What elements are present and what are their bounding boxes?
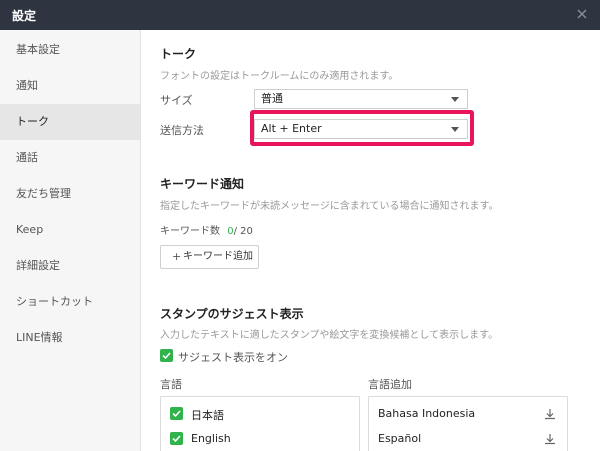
sidebar-item-advanced[interactable]: 詳細設定 [0, 248, 140, 284]
sidebar-item-basic[interactable]: 基本設定 [0, 32, 140, 68]
add-keyword-label: キーワード追加 [183, 251, 253, 262]
add-keyword-button[interactable]: + キーワード追加 [160, 245, 259, 269]
languages-label: 言語 [160, 378, 182, 391]
keyword-count: キーワード数 0/ 20 [160, 222, 253, 237]
keyword-section-description: 指定したキーワードが未読メッセージに含まれている場合に通知されます。 [160, 201, 499, 212]
stamp-section-description: 入力したテキストに適したスタンプや絵文字を変換候補として表示します。 [160, 330, 499, 341]
sidebar-item-calls[interactable]: 通話 [0, 140, 140, 176]
keyword-count-label: キーワード数 [160, 226, 220, 237]
stamp-section-title: スタンプのサジェスト表示 [160, 307, 304, 321]
sidebar-item-label: 通知 [16, 79, 38, 92]
chevron-down-icon [451, 127, 459, 132]
sidebar-item-notifications[interactable]: 通知 [0, 68, 140, 104]
font-size-value: 普通 [261, 92, 283, 105]
sidebar-item-keep[interactable]: Keep [0, 212, 140, 248]
chevron-down-icon [451, 97, 459, 102]
download-icon[interactable] [543, 432, 557, 446]
send-method-select[interactable]: Alt + Enter [254, 119, 468, 139]
language-item-japanese: 日本語 [191, 409, 224, 422]
sidebar-item-label: 通話 [16, 151, 38, 164]
sidebar: 基本設定 通知 トーク 通話 友だち管理 Keep 詳細設定 ショートカット L… [0, 30, 141, 451]
close-icon[interactable] [574, 6, 590, 22]
language-checkbox-english[interactable] [170, 432, 183, 445]
sidebar-item-label: 詳細設定 [16, 259, 60, 272]
sidebar-item-label: LINE情報 [16, 331, 63, 344]
sidebar-item-label: ショートカット [16, 295, 93, 308]
settings-content: トーク フォントの設定はトークルームにのみ適用されます。 サイズ 普通 送信方法… [141, 30, 600, 451]
font-size-label: サイズ [160, 94, 193, 107]
sidebar-item-label: Keep [16, 223, 44, 236]
sidebar-item-label: 基本設定 [16, 43, 60, 56]
sidebar-item-line-info[interactable]: LINE情報 [0, 320, 140, 356]
add-languages-label: 言語追加 [368, 378, 412, 391]
send-method-value: Alt + Enter [261, 122, 322, 135]
language-item-spanish[interactable]: Español [378, 432, 421, 445]
talk-section-description: フォントの設定はトークルームにのみ適用されます。 [160, 71, 399, 82]
keyword-count-max: / 20 [233, 226, 253, 237]
title-bar: 設定 [0, 0, 600, 30]
selected-languages-panel: 日本語 English [160, 396, 360, 451]
download-icon[interactable] [543, 407, 557, 421]
language-item-indonesian[interactable]: Bahasa Indonesia [378, 407, 475, 420]
sidebar-item-label: トーク [16, 115, 49, 128]
sidebar-item-talk[interactable]: トーク [0, 104, 140, 140]
sidebar-item-label: 友だち管理 [16, 187, 71, 200]
plus-icon: + [172, 250, 182, 263]
language-checkbox-japanese[interactable] [170, 407, 183, 420]
language-item-english: English [191, 432, 231, 445]
font-size-select[interactable]: 普通 [254, 89, 468, 109]
keyword-section-title: キーワード通知 [160, 177, 245, 191]
suggest-checkbox[interactable] [160, 349, 173, 362]
sidebar-item-shortcuts[interactable]: ショートカット [0, 284, 140, 320]
window-title: 設定 [12, 9, 37, 23]
send-method-label: 送信方法 [160, 124, 204, 137]
talk-section-title: トーク [160, 47, 197, 61]
sidebar-item-friends[interactable]: 友だち管理 [0, 176, 140, 212]
available-languages-panel: Bahasa Indonesia Español [368, 396, 568, 451]
suggest-checkbox-label: サジェスト表示をオン [178, 351, 288, 364]
